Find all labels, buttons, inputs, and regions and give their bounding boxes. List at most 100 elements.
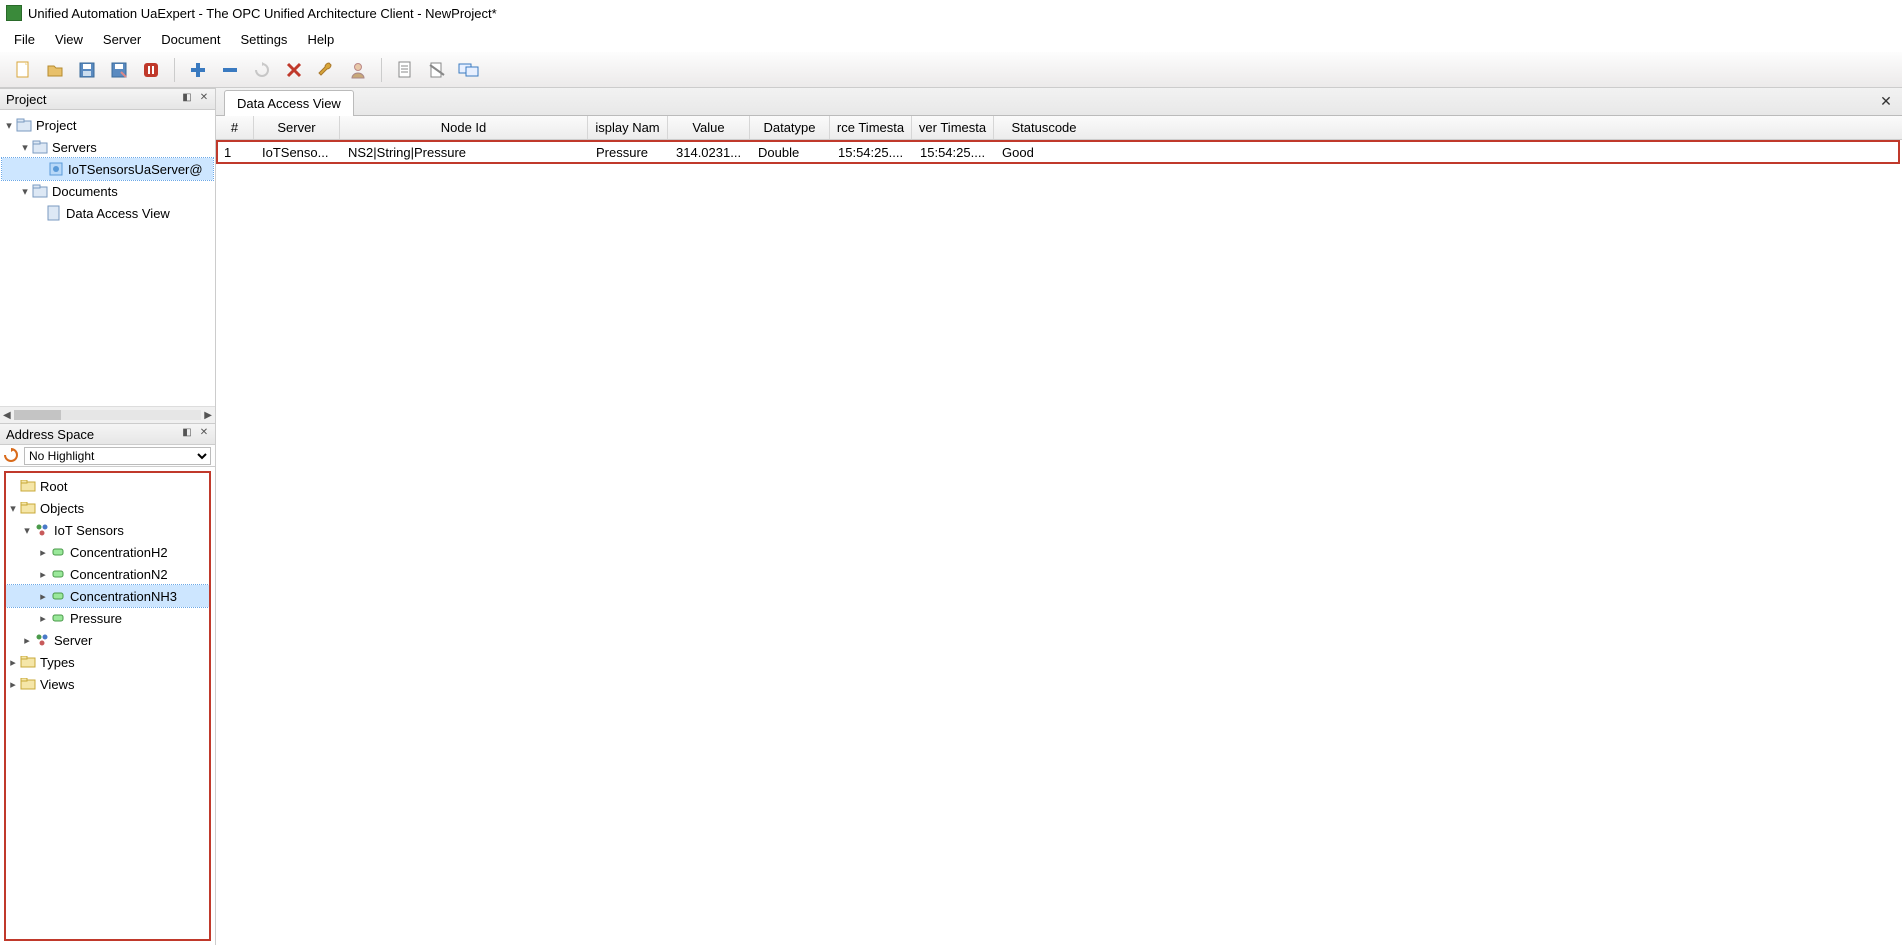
monitors-icon[interactable]	[456, 57, 482, 83]
scroll-right-icon[interactable]: ▶	[204, 410, 212, 421]
tree-pressure[interactable]: ▸ Pressure	[6, 607, 209, 629]
col-value[interactable]: Value	[668, 116, 750, 139]
folder-icon	[20, 478, 36, 494]
col-srv-ts[interactable]: ver Timesta	[912, 116, 994, 139]
folder-icon	[32, 139, 48, 155]
menu-settings[interactable]: Settings	[232, 29, 295, 50]
delete-document-icon[interactable]	[424, 57, 450, 83]
address-tree[interactable]: ▾ Root ▾ Objects ▾ IoT Sensors ▸	[4, 471, 211, 941]
delete-icon[interactable]	[281, 57, 307, 83]
chevron-right-icon[interactable]: ▸	[20, 634, 34, 647]
menu-file[interactable]: File	[6, 29, 43, 50]
tree-doc-item[interactable]: Data Access View	[2, 202, 213, 224]
folder-icon	[16, 117, 32, 133]
chevron-right-icon[interactable]: ▸	[6, 678, 20, 691]
chevron-right-icon[interactable]: ▸	[36, 546, 50, 559]
variable-icon	[50, 610, 66, 626]
stop-icon[interactable]	[138, 57, 164, 83]
tree-objects[interactable]: ▾ Objects	[6, 497, 209, 519]
scroll-left-icon[interactable]: ◀	[3, 410, 11, 421]
menu-server[interactable]: Server	[95, 29, 149, 50]
col-datatype[interactable]: Datatype	[750, 116, 830, 139]
project-panel-title: Project	[6, 92, 46, 107]
tab-bar: Data Access View ✕	[216, 88, 1902, 116]
tree-conc-n2[interactable]: ▸ ConcentrationN2	[6, 563, 209, 585]
close-icon[interactable]: ✕	[197, 427, 211, 441]
refresh-icon[interactable]	[4, 448, 20, 464]
tree-servers[interactable]: ▾ Servers	[2, 136, 213, 158]
toolbar	[0, 52, 1902, 88]
tree-root[interactable]: ▾ Root	[6, 475, 209, 497]
remove-icon[interactable]	[217, 57, 243, 83]
table-header: # Server Node Id isplay Nam Value Dataty…	[216, 116, 1902, 140]
tree-documents[interactable]: ▾ Documents	[2, 180, 213, 202]
chevron-down-icon[interactable]: ▾	[18, 185, 32, 198]
user-icon[interactable]	[345, 57, 371, 83]
tree-project[interactable]: ▾ Project	[2, 114, 213, 136]
menu-help[interactable]: Help	[299, 29, 342, 50]
new-file-icon[interactable]	[10, 57, 36, 83]
variable-icon	[50, 566, 66, 582]
folder-open-icon	[20, 500, 36, 516]
tab-data-access[interactable]: Data Access View	[224, 90, 354, 116]
data-access-table: # Server Node Id isplay Nam Value Dataty…	[216, 116, 1902, 945]
chevron-down-icon[interactable]: ▾	[2, 119, 16, 132]
folder-icon	[32, 183, 48, 199]
chevron-right-icon[interactable]: ▸	[36, 568, 50, 581]
horizontal-scrollbar[interactable]: ◀ ▶	[0, 406, 215, 423]
save-as-icon[interactable]	[106, 57, 132, 83]
close-icon[interactable]: ✕	[1878, 93, 1894, 109]
address-panel-header: Address Space ◧ ✕	[0, 423, 215, 445]
folder-icon	[20, 654, 36, 670]
app-title: Unified Automation UaExpert - The OPC Un…	[28, 6, 497, 21]
tree-iot-sensors[interactable]: ▾ IoT Sensors	[6, 519, 209, 541]
chevron-right-icon[interactable]: ▸	[36, 590, 50, 603]
close-icon[interactable]: ✕	[197, 92, 211, 106]
address-panel-title: Address Space	[6, 427, 94, 442]
undock-icon[interactable]: ◧	[180, 427, 194, 441]
tree-server-item[interactable]: ▾ IoTSensorsUaServer@	[2, 158, 213, 180]
chevron-right-icon[interactable]: ▸	[36, 612, 50, 625]
undock-icon[interactable]: ◧	[180, 92, 194, 106]
open-file-icon[interactable]	[42, 57, 68, 83]
variable-icon	[50, 588, 66, 604]
menu-document[interactable]: Document	[153, 29, 228, 50]
col-status[interactable]: Statuscode	[994, 116, 1094, 139]
table-row[interactable]: 1 IoTSenso... NS2|String|Pressure Pressu…	[216, 140, 1900, 164]
project-tree[interactable]: ▾ Project ▾ Servers ▾ IoTSensorsUaServer…	[0, 110, 215, 406]
document-icon	[46, 205, 62, 221]
scrollbar-thumb[interactable]	[14, 410, 61, 420]
server-icon	[48, 161, 64, 177]
chevron-right-icon[interactable]: ▸	[6, 656, 20, 669]
chevron-down-icon[interactable]: ▾	[6, 502, 20, 515]
add-icon[interactable]	[185, 57, 211, 83]
variable-icon	[50, 544, 66, 560]
save-icon[interactable]	[74, 57, 100, 83]
title-bar: Unified Automation UaExpert - The OPC Un…	[0, 0, 1902, 26]
toolbar-separator	[174, 58, 175, 82]
col-num[interactable]: #	[216, 116, 254, 139]
project-panel-header: Project ◧ ✕	[0, 88, 215, 110]
chevron-down-icon[interactable]: ▾	[20, 524, 34, 537]
object-icon	[34, 632, 50, 648]
tree-types[interactable]: ▸ Types	[6, 651, 209, 673]
col-display-name[interactable]: isplay Nam	[588, 116, 668, 139]
chevron-down-icon[interactable]: ▾	[18, 141, 32, 154]
col-server[interactable]: Server	[254, 116, 340, 139]
tree-views[interactable]: ▸ Views	[6, 673, 209, 695]
col-node-id[interactable]: Node Id	[340, 116, 588, 139]
document-icon[interactable]	[392, 57, 418, 83]
highlight-select[interactable]: No Highlight	[24, 447, 211, 465]
folder-icon	[20, 676, 36, 692]
toolbar-separator	[381, 58, 382, 82]
app-icon	[6, 5, 22, 21]
object-icon	[34, 522, 50, 538]
tree-conc-nh3[interactable]: ▸ ConcentrationNH3	[6, 585, 209, 607]
menu-view[interactable]: View	[47, 29, 91, 50]
menu-bar: File View Server Document Settings Help	[0, 26, 1902, 52]
tree-server-node[interactable]: ▸ Server	[6, 629, 209, 651]
col-src-ts[interactable]: rce Timesta	[830, 116, 912, 139]
refresh-icon[interactable]	[249, 57, 275, 83]
wrench-icon[interactable]	[313, 57, 339, 83]
tree-conc-h2[interactable]: ▸ ConcentrationH2	[6, 541, 209, 563]
